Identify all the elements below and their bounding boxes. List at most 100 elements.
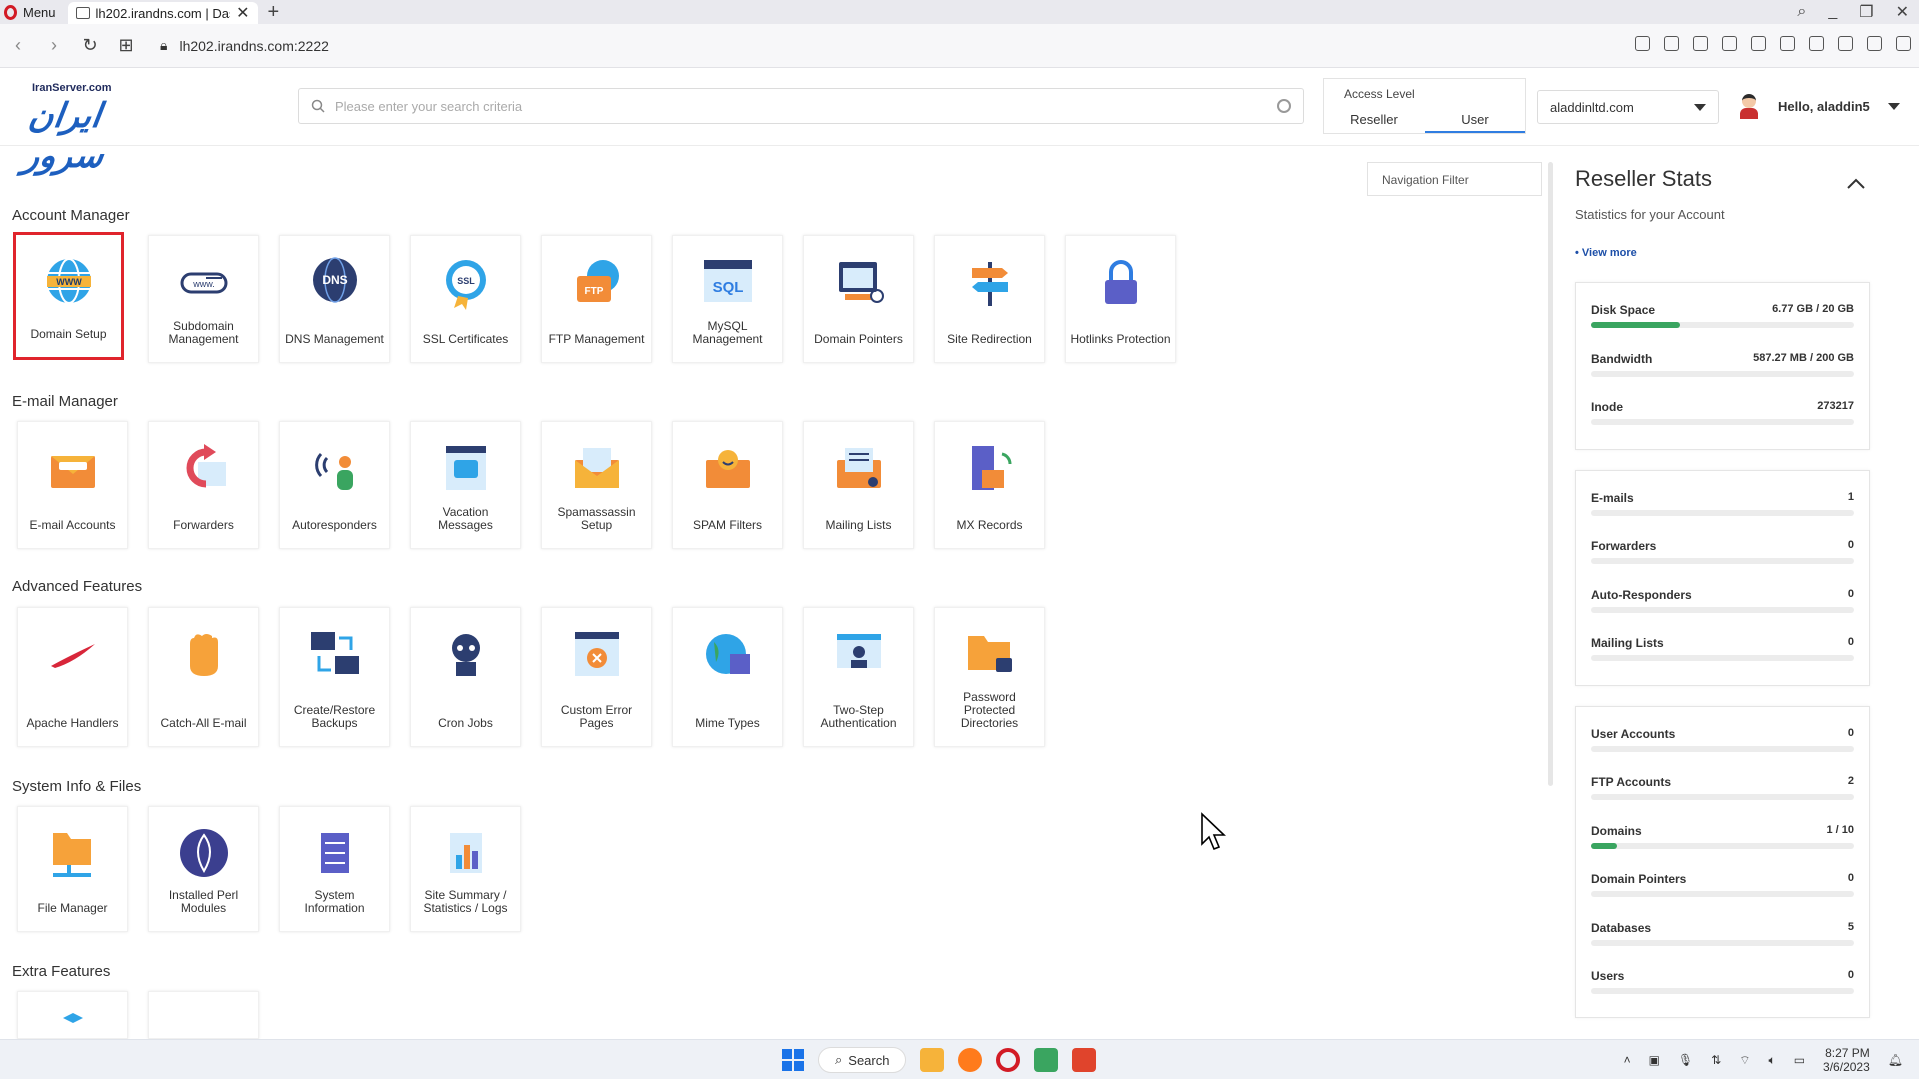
tile-cron-jobs[interactable]: Cron Jobs: [410, 607, 521, 747]
search-settings-gear-icon[interactable]: [1277, 99, 1291, 113]
tile-dns-management[interactable]: DNS DNS Management: [279, 235, 390, 363]
opera-taskbar-icon[interactable]: [996, 1048, 1021, 1072]
microphone-icon[interactable]: 🎙︎: [1678, 1053, 1693, 1067]
stat-value: 6.77 GB / 20 GB: [1772, 303, 1854, 315]
new-tab-icon[interactable]: +: [268, 1, 280, 24]
back-icon[interactable]: ‹: [0, 35, 36, 56]
firefox-icon[interactable]: [958, 1048, 983, 1072]
iranserver-logo[interactable]: IranServer.com ایران سرور: [21, 82, 184, 175]
tile-site-summary[interactable]: Site Summary / Statistics / Logs: [410, 806, 521, 932]
wifi-icon[interactable]: ⌔: [1739, 1053, 1750, 1068]
tile-vacation-messages[interactable]: Vacation Messages: [410, 421, 521, 549]
navigation-filter-input[interactable]: Navigation Filter: [1367, 162, 1542, 196]
volume-icon[interactable]: 🔈︎: [1769, 1053, 1776, 1068]
stat-progress-bar: [1591, 843, 1854, 849]
tile-forwarders[interactable]: Forwarders: [148, 421, 259, 549]
clock-time: 8:27 PM: [1825, 1046, 1870, 1060]
tile-domain-pointers[interactable]: Domain Pointers: [803, 235, 914, 363]
view-more-link[interactable]: • View more: [1575, 247, 1637, 259]
opera-menu-button[interactable]: Menu: [0, 0, 68, 24]
tile-label: Apache Handlers: [26, 716, 119, 730]
browser-tab-dashboard[interactable]: lh202.irandns.com | Dashb ✕: [67, 2, 258, 24]
cube-icon[interactable]: [1809, 36, 1824, 51]
recorder-app-icon[interactable]: [1072, 1048, 1097, 1072]
browser-search-icon[interactable]: ⌕: [1797, 3, 1806, 21]
panel-scrollbar[interactable]: [1548, 162, 1553, 786]
file-explorer-icon[interactable]: [920, 1048, 945, 1072]
heart-icon[interactable]: [1751, 36, 1766, 51]
search-input[interactable]: [335, 98, 1267, 114]
minimize-icon[interactable]: _: [1828, 3, 1837, 21]
tile-ssl-certificates[interactable]: SSL SSL Certificates: [410, 235, 521, 363]
tile-password-protected-directories[interactable]: Password Protected Directories: [934, 607, 1045, 747]
tile-mx-records[interactable]: MX Records: [934, 421, 1045, 549]
windows-start-icon[interactable]: [782, 1049, 804, 1071]
tray-app-icon[interactable]: ▣: [1649, 1053, 1660, 1067]
tile-mime-types[interactable]: Mime Types: [672, 607, 783, 747]
tile-subdomain-management[interactable]: www. Subdomain Management: [148, 235, 259, 363]
forward-arrow-icon: [186, 444, 226, 488]
tile-extra-feature-1[interactable]: [17, 991, 128, 1039]
tile-installed-perl-modules[interactable]: Installed Perl Modules: [148, 806, 259, 932]
stat-value: 0: [1847, 539, 1854, 551]
reload-icon[interactable]: ↻: [72, 35, 108, 56]
globe-www-icon: WWW: [46, 258, 91, 304]
collapse-chevron-up-icon[interactable]: [1846, 174, 1866, 194]
edit-icon[interactable]: [1635, 36, 1650, 51]
play-icon[interactable]: [1722, 36, 1737, 51]
taskbar-search-label: Search: [848, 1052, 890, 1068]
language-icon[interactable]: ⇅: [1711, 1053, 1721, 1067]
tile-catch-all-email[interactable]: Catch-All E-mail: [148, 607, 259, 747]
tile-two-step-authentication[interactable]: Two-Step Authentication: [803, 607, 914, 747]
access-reseller-option[interactable]: Reseller: [1324, 109, 1424, 133]
tile-autoresponders[interactable]: Autoresponders: [279, 421, 390, 549]
tile-spam-filters[interactable]: SPAM Filters: [672, 421, 783, 549]
tile-hotlinks-protection[interactable]: Hotlinks Protection: [1065, 235, 1176, 363]
ftp-folder-icon: FTP: [576, 260, 619, 302]
tile-email-accounts[interactable]: E-mail Accounts: [17, 421, 128, 549]
tile-create-restore-backups[interactable]: Create/Restore Backups: [279, 607, 390, 747]
taskbar-clock[interactable]: 8:27 PM 3/6/2023: [1823, 1046, 1870, 1074]
svg-text:WWW: WWW: [56, 277, 82, 287]
forward-icon[interactable]: ›: [36, 35, 72, 56]
tile-system-information[interactable]: System Information: [279, 806, 390, 932]
stats-card-accounts: User Accounts 0 FTP Accounts 2 Domains 1…: [1575, 706, 1870, 1018]
tabs-grid-icon[interactable]: ⊞: [108, 35, 144, 56]
backup-monitors-icon: [310, 632, 359, 674]
tile-site-redirection[interactable]: Site Redirection: [934, 235, 1045, 363]
user-menu[interactable]: Hello, aladdin5: [1738, 92, 1900, 120]
battery-icon[interactable]: ▭: [1794, 1053, 1805, 1067]
browser-menu-icon[interactable]: [1896, 36, 1911, 51]
access-user-option[interactable]: User: [1425, 109, 1525, 133]
tray-chevron-up-icon[interactable]: ˄: [1624, 1053, 1631, 1067]
camera-icon[interactable]: [1664, 36, 1679, 51]
url-field[interactable]: 🔒︎ lh202.irandns.com:2222: [160, 37, 329, 54]
profile-icon[interactable]: [1838, 36, 1853, 51]
tile-label: Domain Pointers: [814, 332, 903, 346]
stats-title: Reseller Stats: [1575, 166, 1712, 191]
taskbar-search-button[interactable]: ⌕ Search: [818, 1047, 907, 1073]
camtasia-icon[interactable]: [1034, 1048, 1059, 1072]
stat-value: 273217: [1817, 400, 1854, 412]
tile-extra-feature-2[interactable]: [148, 991, 259, 1039]
tile-custom-error-pages[interactable]: Custom Error Pages: [541, 607, 652, 747]
tile-domain-setup[interactable]: WWW Domain Setup: [13, 232, 124, 360]
tile-mailing-lists[interactable]: Mailing Lists: [803, 421, 914, 549]
ssl-badge-icon: SSL: [445, 260, 486, 310]
close-window-icon[interactable]: ✕: [1896, 2, 1909, 22]
tile-ftp-management[interactable]: FTP FTP Management: [541, 235, 652, 363]
download-icon[interactable]: [1867, 36, 1882, 51]
tile-spamassassin-setup[interactable]: Spamassassin Setup: [541, 421, 652, 549]
tile-apache-handlers[interactable]: Apache Handlers: [17, 607, 128, 747]
tab-close-icon[interactable]: ✕: [236, 3, 249, 23]
shield-icon[interactable]: [1780, 36, 1795, 51]
tile-label: Two-Step Authentication: [820, 703, 897, 730]
domain-select[interactable]: aladdinltd.com: [1537, 90, 1719, 124]
adblock-icon[interactable]: [1693, 36, 1708, 51]
tile-mysql-management[interactable]: SQL MySQL Management: [672, 235, 783, 363]
maximize-icon[interactable]: ❐: [1859, 2, 1873, 22]
notification-bell-icon[interactable]: 🔔︎: [1888, 1053, 1903, 1067]
tile-label: Site Redirection: [947, 332, 1032, 346]
tile-file-manager[interactable]: File Manager: [17, 806, 128, 932]
stat-value: 0: [1847, 636, 1854, 648]
